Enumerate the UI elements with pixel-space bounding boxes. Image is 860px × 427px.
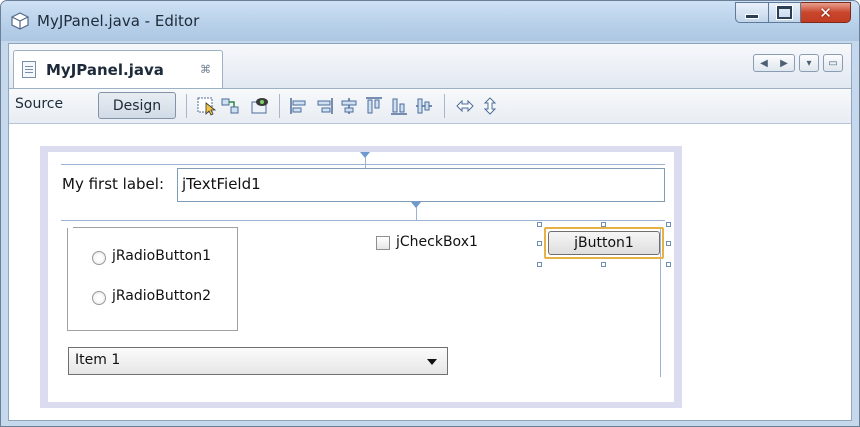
scroll-right-icon[interactable]: ▶ (780, 58, 788, 69)
editor-window: MyJPanel.java - Editor ✕ MyJPanel.java ⌘… (0, 0, 860, 427)
horizontal-resize-icon[interactable] (455, 96, 475, 116)
source-button[interactable]: Source (15, 96, 63, 112)
align-top-icon[interactable] (364, 96, 384, 116)
tab-myjpanel[interactable]: MyJPanel.java ⌘ (13, 50, 223, 88)
design-toolbar: Source Design (9, 89, 851, 124)
align-right-icon[interactable] (314, 96, 334, 116)
restore-window-button[interactable]: ▭ (823, 54, 843, 72)
app-cube-icon (11, 12, 29, 30)
combo-box-value: Item 1 (75, 352, 121, 368)
resize-handle[interactable] (537, 262, 542, 267)
design-button[interactable]: Design (98, 92, 176, 119)
radio-button-panel[interactable]: jRadioButton1 jRadioButton2 (67, 227, 238, 331)
combo-box[interactable]: Item 1 (68, 347, 448, 375)
resize-handle[interactable] (537, 241, 542, 246)
radio-button-1-label[interactable]: jRadioButton1 (112, 248, 211, 264)
maximize-icon (777, 6, 792, 19)
tab-list-button[interactable]: ▾ (799, 54, 819, 72)
align-left-icon[interactable] (289, 96, 309, 116)
alignment-guide (365, 157, 366, 168)
radio-button-1[interactable] (92, 251, 106, 265)
center-vertically-icon[interactable] (414, 96, 434, 116)
jpanel-form[interactable]: My first label: jTextField1 jRadioButton… (48, 152, 674, 402)
radio-button-2-label[interactable]: jRadioButton2 (112, 288, 211, 304)
resize-handle[interactable] (666, 241, 671, 246)
scroll-left-icon[interactable]: ◀ (760, 58, 768, 69)
connection-mode-icon[interactable] (220, 96, 240, 116)
jbutton[interactable]: jButton1 (548, 231, 660, 255)
checkbox[interactable] (376, 236, 390, 250)
selection-mode-icon[interactable] (197, 96, 217, 116)
alignment-guide (61, 220, 665, 221)
java-file-icon (22, 61, 36, 78)
align-bottom-icon[interactable] (389, 96, 409, 116)
dropdown-arrow-icon[interactable] (427, 359, 437, 365)
resize-handle[interactable] (666, 222, 671, 227)
title-bar[interactable]: MyJPanel.java - Editor ✕ (1, 1, 859, 41)
checkbox-label[interactable]: jCheckBox1 (396, 234, 478, 250)
alignment-guide (61, 164, 665, 165)
tab-scroll-buttons[interactable]: ◀ ▶ (753, 54, 795, 72)
selected-button-frame: jButton1 (544, 227, 664, 259)
my-first-label[interactable]: My first label: (62, 175, 164, 193)
toolbar-separator (279, 94, 280, 118)
tab-navigation: ◀ ▶ ▾ ▭ (753, 54, 843, 72)
resize-handle[interactable] (666, 262, 671, 267)
close-icon: ✕ (819, 3, 832, 22)
close-button[interactable]: ✕ (801, 2, 851, 23)
resize-handle[interactable] (601, 262, 606, 267)
text-field[interactable]: jTextField1 (177, 168, 665, 202)
toolbar-separator (444, 94, 445, 118)
toolbar-separator (186, 94, 187, 118)
chevron-down-icon: ▾ (806, 57, 812, 69)
minimize-icon (745, 13, 759, 19)
center-horizontally-icon[interactable] (339, 96, 359, 116)
editor-pane: MyJPanel.java ⌘ ◀ ▶ ▾ ▭ Source Design My… (8, 43, 852, 421)
tab-close-icon[interactable]: ⌘ (200, 63, 211, 76)
tab-bar: MyJPanel.java ⌘ ◀ ▶ ▾ ▭ (9, 44, 851, 89)
preview-design-icon[interactable] (250, 96, 270, 116)
vertical-resize-icon[interactable] (480, 96, 500, 116)
window-title: MyJPanel.java - Editor (37, 12, 200, 30)
restore-icon: ▭ (828, 57, 838, 69)
maximize-button[interactable] (769, 2, 801, 23)
window-controls: ✕ (735, 2, 851, 24)
minimize-button[interactable] (735, 2, 769, 23)
design-canvas: My first label: jTextField1 jRadioButton… (40, 146, 682, 408)
tab-label: MyJPanel.java (46, 61, 164, 79)
anchor-icon (411, 202, 421, 208)
resize-handle[interactable] (537, 222, 542, 227)
radio-button-2[interactable] (92, 291, 106, 305)
